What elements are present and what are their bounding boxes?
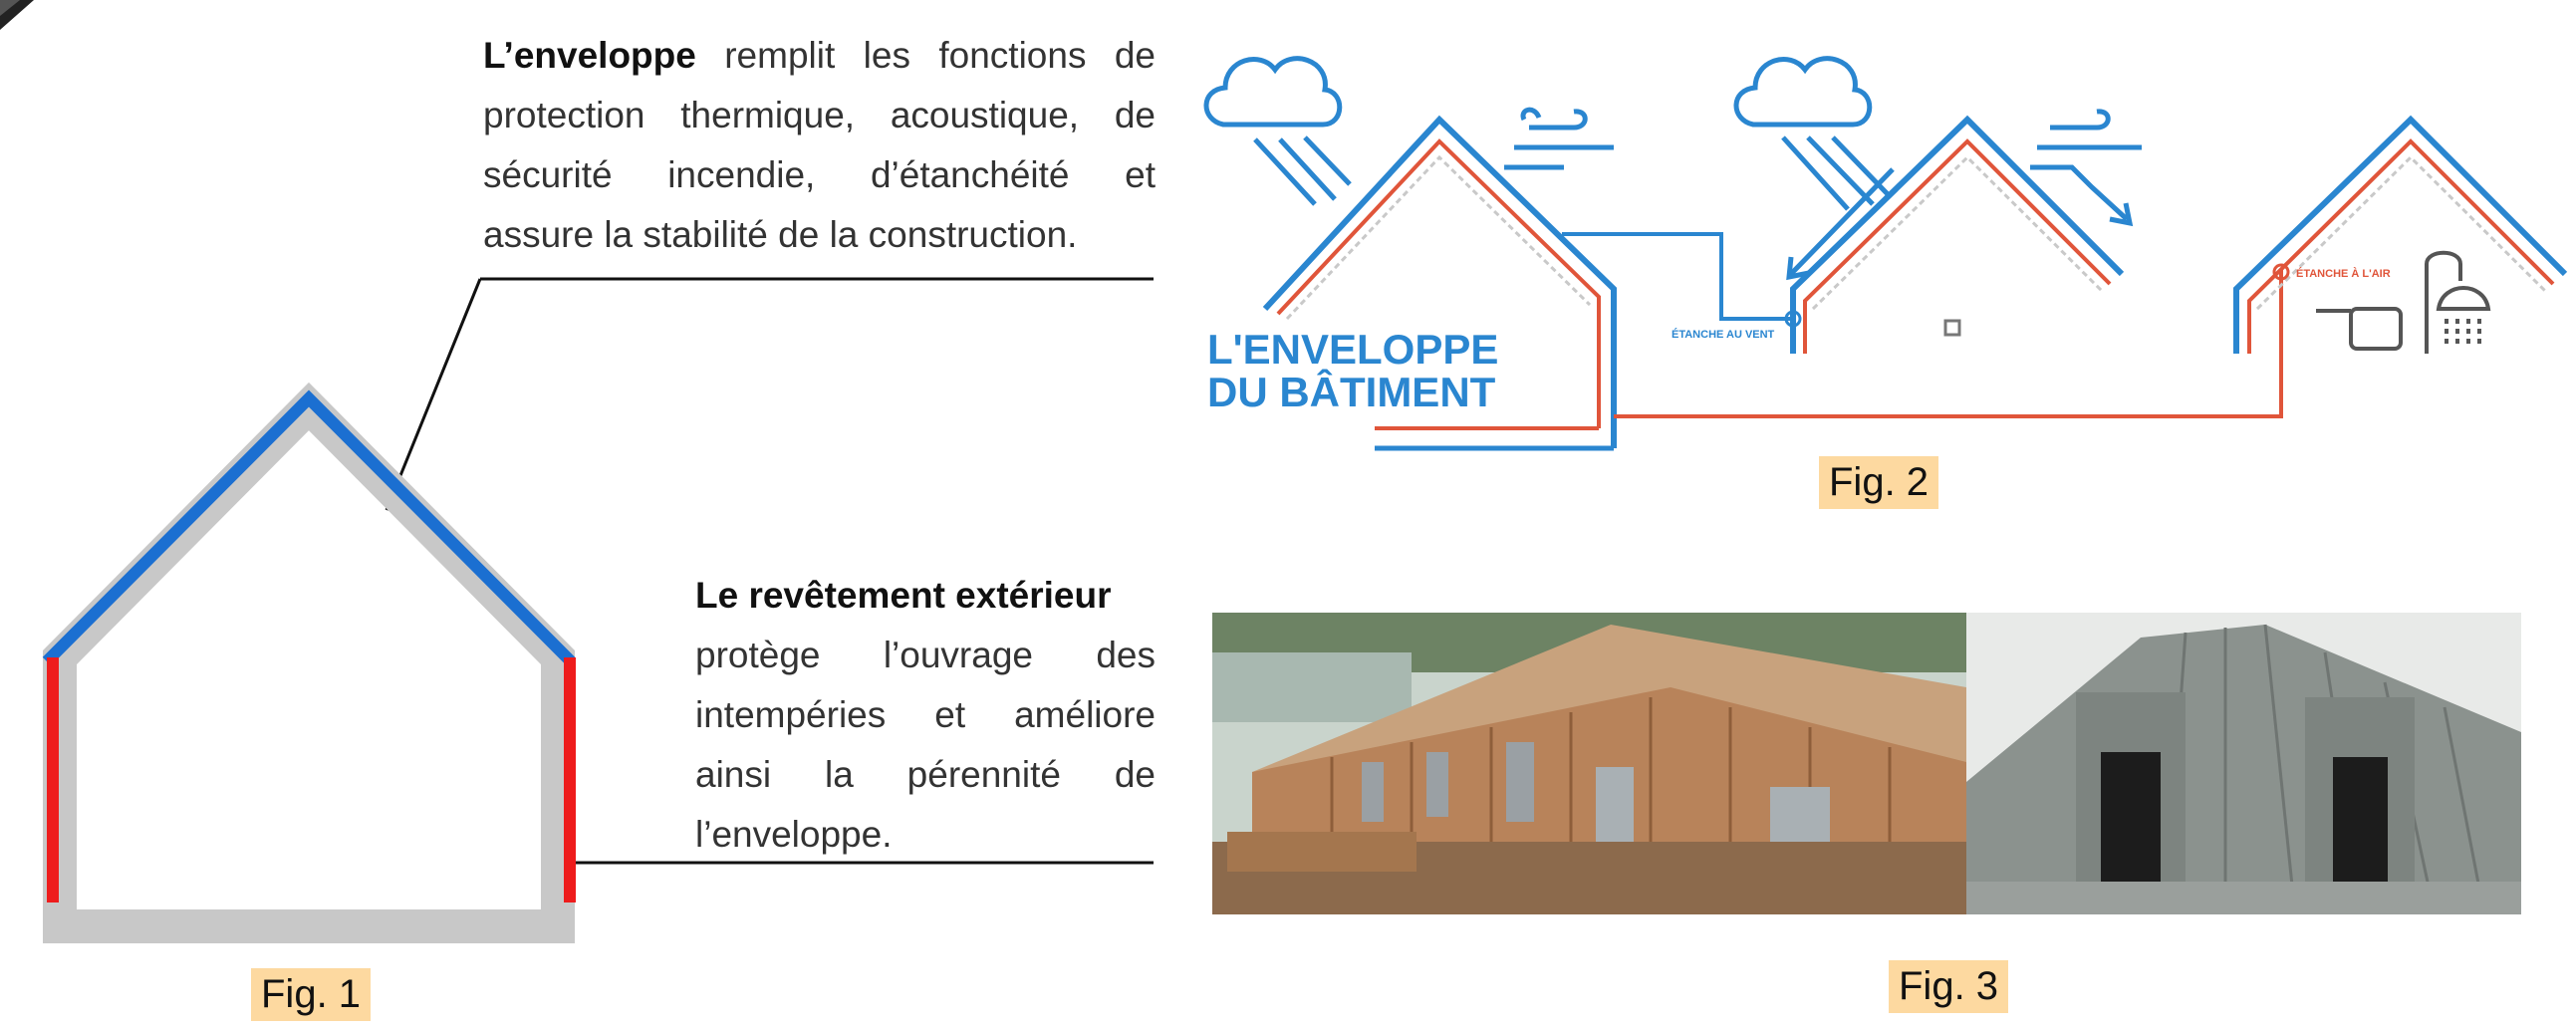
fig3-photo-wood-cladding — [1212, 613, 1966, 914]
cloud-icon — [1203, 56, 1352, 206]
fig1-caption: Fig. 1 — [251, 968, 372, 1021]
air-connector-line — [1614, 269, 2283, 418]
label-air-tight: ÉTANCHE À L'AIR — [2296, 267, 2391, 280]
fig2-title-line-1: L'ENVELOPPE — [1207, 326, 1498, 373]
shower-icon — [2425, 250, 2491, 354]
fig2-caption: Fig. 2 — [1819, 456, 1939, 509]
house-roof-line — [42, 389, 576, 666]
wind-arrow-icon — [2030, 109, 2142, 227]
house-insulation-layer — [43, 382, 575, 943]
wind-icon — [1504, 107, 1614, 170]
fig3-photo-zinc-cladding — [1966, 613, 2521, 914]
cooking-pot-icon — [2316, 307, 2403, 351]
wind-connector-line — [1562, 232, 1793, 321]
fig3-caption: Fig. 3 — [1889, 960, 2009, 1013]
fig2-envelope-diagram: L'ENVELOPPE DU BÂTIMENT ÉTANCHE AU VENT … — [1203, 56, 2568, 451]
house-2-outline — [1784, 115, 2125, 354]
label-wind-tight: ÉTANCHE AU VENT — [1672, 328, 1775, 341]
cloud-rain-icon — [1733, 56, 1895, 281]
fig2-title-line-2: DU BÂTIMENT — [1207, 368, 1496, 415]
fig1-house-diagram — [42, 277, 1154, 943]
